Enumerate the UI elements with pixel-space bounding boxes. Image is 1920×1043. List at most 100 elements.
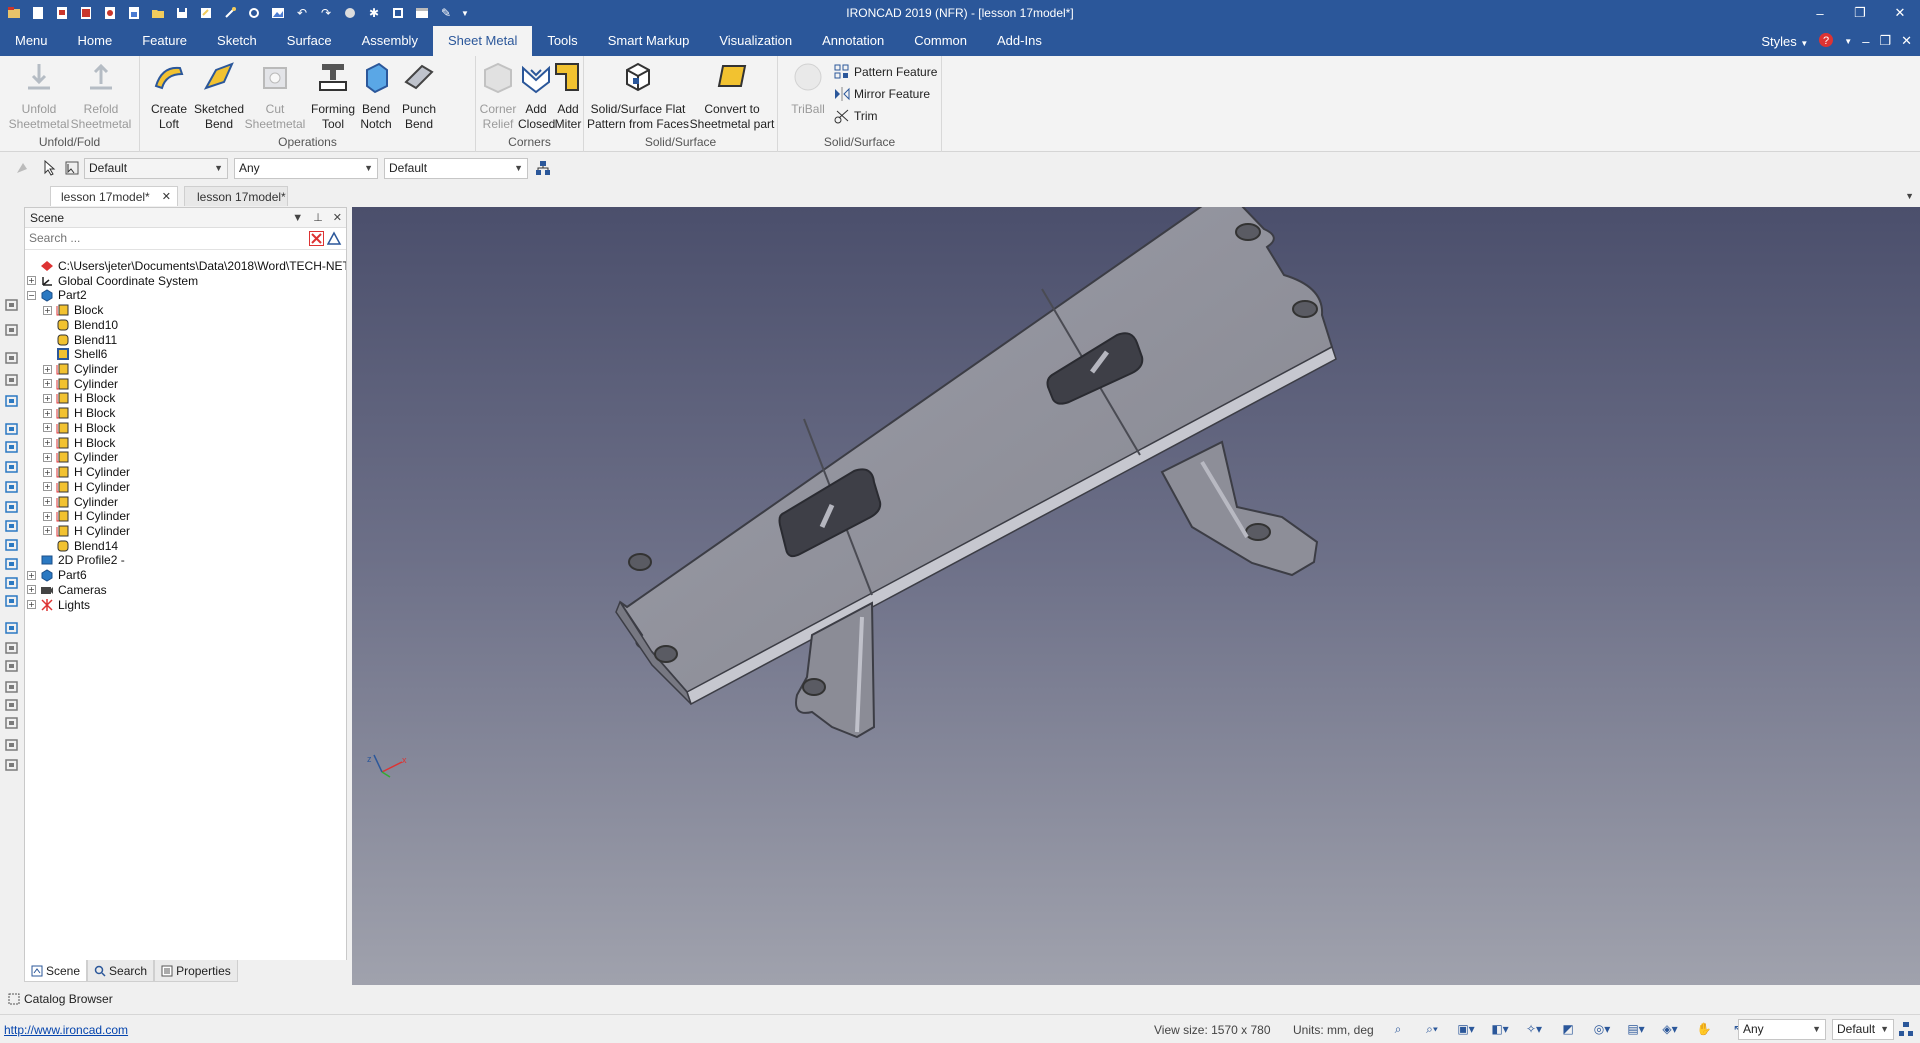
view-icon[interactable] [4, 322, 20, 338]
expand-icon[interactable]: + [43, 526, 52, 536]
tab-menu[interactable]: Menu [0, 26, 63, 56]
tab-sheet-metal[interactable]: Sheet Metal [432, 26, 533, 56]
cube-top-icon[interactable] [4, 459, 20, 475]
tab-annotation[interactable]: Annotation [807, 26, 899, 56]
expand-icon[interactable]: + [27, 570, 36, 580]
render-mode-icon[interactable]: ◧▾ [1486, 1020, 1514, 1038]
expand-icon[interactable]: + [43, 408, 52, 418]
panel-close-icon[interactable]: ✕ [333, 208, 342, 228]
tab-scene[interactable]: Scene [24, 960, 88, 982]
camera-icon[interactable]: ◎▾ [1588, 1020, 1616, 1038]
hand-icon[interactable]: ✋ [1690, 1020, 1718, 1038]
expand-icon[interactable]: + [27, 585, 36, 595]
cube-bottom-icon[interactable] [4, 556, 20, 572]
punch-bend-button[interactable]: Punch Bend [396, 60, 442, 132]
orbit-icon[interactable] [4, 737, 20, 753]
annotation-icon[interactable] [4, 679, 20, 695]
cylinder-icon[interactable] [4, 593, 20, 609]
style-dropdown[interactable]: Default ▼ [84, 158, 228, 179]
sheetmetal-plate[interactable] [615, 207, 1337, 706]
tab-common[interactable]: Common [899, 26, 982, 56]
tree-item[interactable]: + Lights [27, 596, 90, 614]
expand-icon[interactable]: + [43, 452, 52, 462]
tab-home[interactable]: Home [63, 26, 128, 56]
status-filter-dropdown[interactable]: Any ▼ [1738, 1019, 1826, 1040]
measure-icon[interactable] [4, 640, 20, 656]
doc-restore-button[interactable]: ❐ [1879, 33, 1891, 49]
cube-right-icon[interactable] [4, 479, 20, 495]
bend-notch-button[interactable]: Bend Notch [355, 60, 397, 132]
tab-visualization[interactable]: Visualization [704, 26, 807, 56]
triball-button[interactable]: TriBall [788, 60, 828, 117]
expand-icon[interactable]: + [43, 511, 52, 521]
expand-icon[interactable]: + [43, 497, 52, 507]
expand-icon[interactable]: + [43, 423, 52, 433]
tab-tools[interactable]: Tools [532, 26, 592, 56]
zoom-window-icon[interactable]: ⌕▾ [1418, 1020, 1446, 1038]
expand-icon[interactable]: + [43, 438, 52, 448]
panel-menu-icon[interactable]: ▼ [292, 208, 303, 228]
cube-left-icon[interactable] [4, 537, 20, 553]
expand-icon[interactable]: + [43, 364, 52, 374]
expand-icon[interactable]: + [43, 379, 52, 389]
hierarchy-icon[interactable] [535, 160, 551, 179]
sphere-view-icon[interactable] [4, 620, 20, 636]
refold-sheetmetal-button[interactable]: Refold Sheetmetal [70, 60, 132, 132]
unfold-sheetmetal-button[interactable]: Unfold Sheetmetal [8, 60, 70, 132]
expand-icon[interactable]: + [43, 482, 52, 492]
mirror-feature-button[interactable]: Mirror Feature [834, 84, 930, 104]
pattern-feature-button[interactable]: Pattern Feature [834, 62, 937, 82]
filter-dropdown[interactable]: Any ▼ [234, 158, 378, 179]
clear-search-icon[interactable] [309, 231, 324, 249]
doc-close-button[interactable]: ✕ [1901, 33, 1912, 49]
search-options-icon[interactable] [326, 231, 342, 249]
box-icon[interactable] [4, 421, 20, 437]
cube-persp-icon[interactable] [4, 575, 20, 591]
cube-back-icon[interactable] [4, 518, 20, 534]
rear-flange[interactable] [1160, 440, 1319, 577]
render-icon[interactable] [4, 350, 20, 366]
doc-tab[interactable]: lesson 17model* [184, 186, 288, 206]
palette-icon[interactable] [4, 297, 20, 313]
status-style-dropdown[interactable]: Default ▼ [1832, 1019, 1894, 1040]
convert-to-sheetmetal-button[interactable]: Convert to Sheetmetal part [688, 60, 776, 132]
draw-icon[interactable] [4, 757, 20, 773]
cube-front-icon[interactable] [4, 439, 20, 455]
styles-menu[interactable]: Styles ▼ [1761, 34, 1808, 49]
expand-icon[interactable]: + [27, 600, 36, 610]
select-part-icon[interactable] [14, 160, 30, 179]
lighting-icon[interactable]: ✧▾ [1520, 1020, 1548, 1038]
material-dropdown[interactable]: Default ▼ [384, 158, 528, 179]
tab-assembly[interactable]: Assembly [347, 26, 433, 56]
pin-icon[interactable]: ⊥ [313, 208, 323, 228]
tab-search[interactable]: Search [87, 960, 155, 982]
expand-icon[interactable]: + [43, 305, 52, 315]
help-dropdown-icon[interactable]: ▼ [1844, 37, 1852, 46]
select-arrow-icon[interactable] [42, 159, 58, 179]
view-cube-icon[interactable]: ▣▾ [1452, 1020, 1480, 1038]
doc-tab-active[interactable]: lesson 17model* ✕ [50, 186, 178, 206]
select-face-icon[interactable] [64, 160, 80, 179]
display-icon[interactable]: ◈▾ [1656, 1020, 1684, 1038]
light-icon[interactable] [4, 393, 20, 409]
restore-button[interactable]: ❐ [1840, 0, 1880, 26]
help-icon[interactable]: ? [1818, 32, 1834, 51]
tab-add-ins[interactable]: Add-Ins [982, 26, 1057, 56]
minimize-button[interactable]: – [1800, 0, 1840, 26]
scene-search-input[interactable] [29, 228, 299, 248]
close-icon[interactable]: ✕ [162, 187, 171, 207]
shading-icon[interactable]: ◩ [1554, 1020, 1582, 1038]
close-button[interactable]: ✕ [1880, 0, 1920, 26]
trim-button[interactable]: Trim [834, 106, 878, 126]
corner-relief-button[interactable]: Corner Relief [476, 60, 520, 132]
cut-sheetmetal-button[interactable]: Cut Sheetmetal [240, 60, 310, 132]
collapse-icon[interactable]: − [27, 290, 36, 300]
expand-icon[interactable]: + [43, 393, 52, 403]
tab-surface[interactable]: Surface [272, 26, 347, 56]
tab-feature[interactable]: Feature [127, 26, 202, 56]
forming-tool-button[interactable]: Forming Tool [304, 60, 362, 132]
model-view[interactable]: z x [352, 207, 1920, 985]
zoom-icon[interactable]: ⌕ [1384, 1020, 1412, 1038]
tab-smart-markup[interactable]: Smart Markup [593, 26, 705, 56]
ironcad-link[interactable]: http://www.ironcad.com [4, 1023, 128, 1037]
